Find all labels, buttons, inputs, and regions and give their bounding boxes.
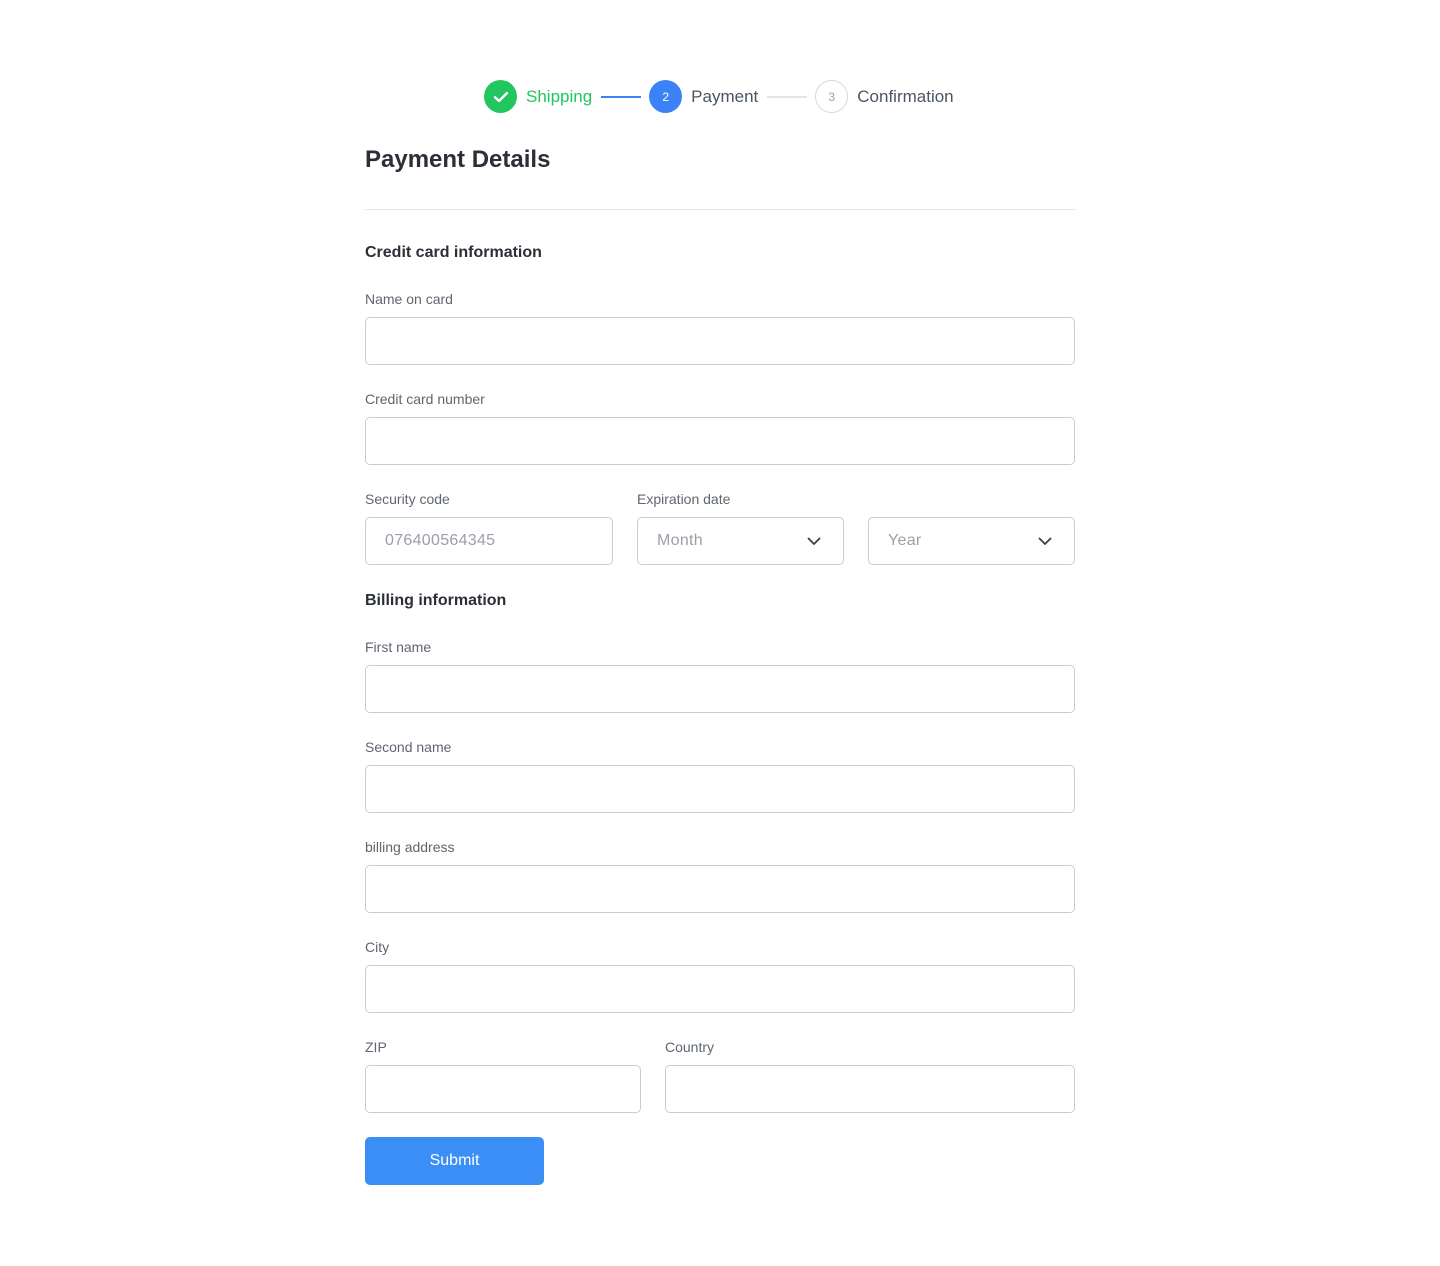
- step-payment-number[interactable]: 2: [649, 80, 683, 113]
- city-label: City: [365, 939, 390, 955]
- step-connector: [601, 95, 642, 98]
- credit-section-title: Credit card information: [365, 244, 542, 261]
- step-payment-label[interactable]: Payment: [691, 87, 758, 107]
- second-name-label: Second name: [365, 739, 452, 755]
- security-code-input[interactable]: 076400564345: [365, 517, 613, 565]
- month-select-value: Month: [657, 532, 703, 549]
- step-shipping-label[interactable]: Shipping: [526, 87, 592, 107]
- zip-label: ZIP: [365, 1039, 387, 1055]
- step-shipping-check[interactable]: [484, 80, 517, 113]
- chevron-down-icon: [1038, 537, 1052, 545]
- page-title: Payment Details: [365, 146, 551, 173]
- billing-address-input[interactable]: [365, 865, 1075, 913]
- payment-page: Shipping 2 Payment 3 Confirmation Paymen…: [0, 0, 1440, 1266]
- card-number-label: Credit card number: [365, 391, 485, 407]
- step-connector: [767, 95, 808, 98]
- country-input[interactable]: [665, 1065, 1075, 1113]
- year-select[interactable]: Year: [868, 517, 1075, 565]
- check-icon: [493, 91, 508, 102]
- submit-button[interactable]: Submit: [365, 1137, 544, 1185]
- name-on-card-label: Name on card: [365, 291, 453, 307]
- name-on-card-input[interactable]: [365, 317, 1075, 365]
- security-code-label: Security code: [365, 491, 450, 507]
- card-number-input[interactable]: [365, 417, 1075, 465]
- second-name-input[interactable]: [365, 765, 1075, 813]
- checkout-stepper: Shipping 2 Payment 3 Confirmation: [484, 80, 954, 113]
- billing-section-title: Billing information: [365, 592, 507, 609]
- city-input[interactable]: [365, 965, 1075, 1013]
- title-divider: [365, 209, 1076, 210]
- billing-address-label: billing address: [365, 839, 455, 855]
- expiration-date-label: Expiration date: [637, 491, 731, 507]
- chevron-down-icon: [807, 537, 821, 545]
- zip-input[interactable]: [365, 1065, 641, 1113]
- year-select-value: Year: [888, 532, 922, 549]
- step-confirmation-number[interactable]: 3: [815, 80, 849, 113]
- month-select[interactable]: Month: [637, 517, 844, 565]
- country-label: Country: [665, 1039, 715, 1055]
- first-name-label: First name: [365, 639, 432, 655]
- first-name-input[interactable]: [365, 665, 1075, 713]
- step-confirmation-label[interactable]: Confirmation: [857, 87, 953, 107]
